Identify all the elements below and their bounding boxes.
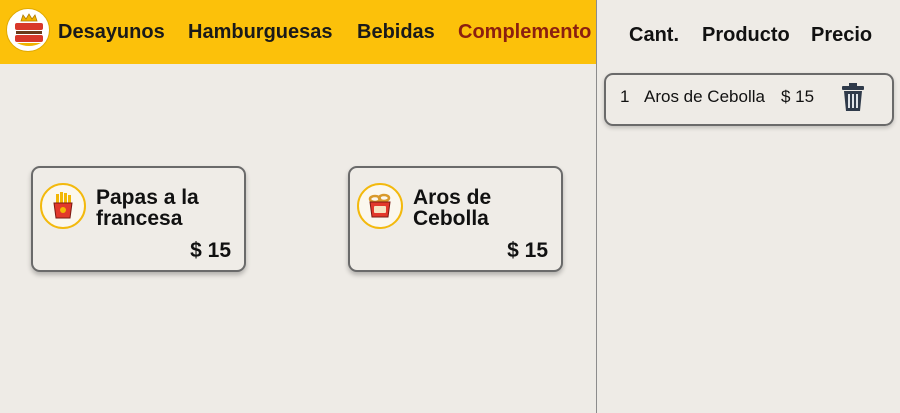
header-product: Producto xyxy=(702,24,790,46)
product-price: $ 15 xyxy=(507,239,548,262)
product-card-papas[interactable]: Papas a la francesa $ 15 xyxy=(31,166,246,272)
order-item-row: 1 Aros de Cebolla $ 15 xyxy=(604,73,894,126)
order-item-product: Aros de Cebolla xyxy=(644,87,765,106)
order-panel: Cant. Producto Precio 1 Aros de Cebolla … xyxy=(597,0,900,413)
burger-queen-logo[interactable] xyxy=(6,8,50,52)
fries-icon xyxy=(40,183,86,229)
menu-panel: Desayunos Hamburguesas Bebidas Complemen… xyxy=(0,0,596,413)
tab-hamburguesas[interactable]: Hamburguesas xyxy=(188,21,333,44)
tab-complemento[interactable]: Complemento xyxy=(458,21,591,44)
trash-icon xyxy=(842,83,864,111)
category-bar: Desayunos Hamburguesas Bebidas Complemen… xyxy=(0,0,596,64)
onion-rings-icon xyxy=(357,183,403,229)
header-price: Precio xyxy=(811,24,873,46)
tab-desayunos[interactable]: Desayunos xyxy=(58,21,165,44)
tab-bebidas[interactable]: Bebidas xyxy=(357,21,435,44)
product-name: Aros de Cebolla xyxy=(413,186,492,230)
product-price: $ 15 xyxy=(190,239,231,262)
product-name: Papas a la francesa xyxy=(96,186,199,230)
header-qty: Cant. xyxy=(629,24,679,46)
order-item-price: $ 15 xyxy=(781,87,815,106)
product-card-aros[interactable]: Aros de Cebolla $ 15 xyxy=(348,166,563,272)
delete-item-button[interactable] xyxy=(839,82,867,112)
logo-graphic xyxy=(15,13,43,46)
order-item-qty: 1 xyxy=(620,87,630,106)
